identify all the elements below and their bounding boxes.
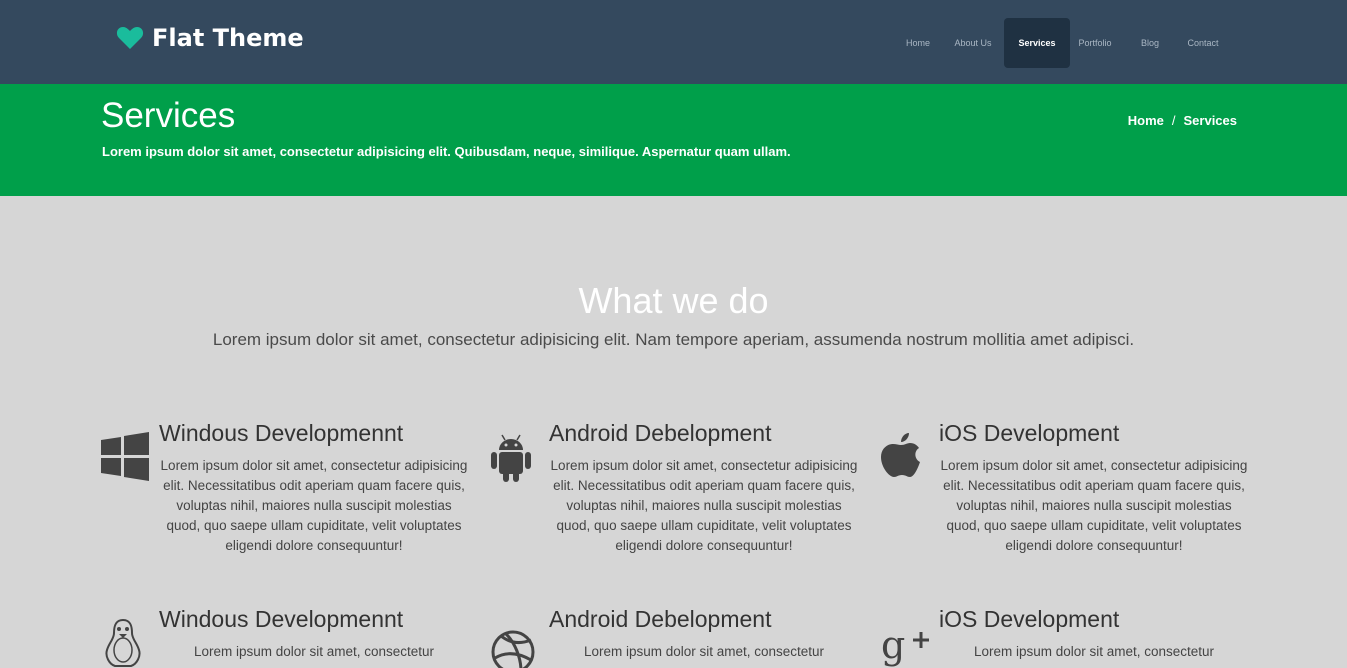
- nav-item-about-us[interactable]: About Us: [945, 18, 1001, 68]
- nav-item-portfolio[interactable]: Portfolio: [1075, 18, 1115, 68]
- page-subtitle: Lorem ipsum dolor sit amet, consectetur …: [102, 144, 791, 159]
- breadcrumb-separator: /: [1171, 113, 1176, 128]
- linux-icon: [105, 618, 141, 667]
- service-description: Lorem ipsum dolor sit amet, consectetur: [193, 644, 435, 659]
- page-banner: Services Lorem ipsum dolor sit amet, con…: [0, 84, 1347, 196]
- svg-text:g: g: [881, 623, 905, 667]
- breadcrumb-current: Services: [1183, 113, 1238, 128]
- breadcrumb: Home / Services: [1128, 113, 1237, 128]
- service-title: Android Debelopment: [549, 606, 772, 632]
- brand-logo[interactable]: Flat Theme: [116, 22, 304, 54]
- top-navbar: Flat Theme Home About Us Services Portfo…: [0, 0, 1347, 84]
- nav-item-home[interactable]: Home: [899, 18, 937, 68]
- nav-item-blog[interactable]: Blog: [1135, 18, 1165, 68]
- section-subtitle: Lorem ipsum dolor sit amet, consectetur …: [212, 330, 1135, 349]
- windows-icon: [101, 432, 149, 481]
- nav-item-contact[interactable]: Contact: [1183, 18, 1223, 68]
- brand-name: Flat Theme: [152, 24, 304, 52]
- service-title: iOS Development: [939, 420, 1120, 446]
- android-icon: [491, 434, 531, 482]
- dribbble-icon: [491, 630, 535, 668]
- page-title: Services: [101, 96, 236, 135]
- apple-icon: [881, 433, 920, 477]
- section-title: What we do: [578, 280, 769, 321]
- service-description: Lorem ipsum dolor sit amet, consectetur: [583, 644, 825, 659]
- service-title: Android Debelopment: [549, 420, 772, 446]
- service-title: iOS Development: [939, 606, 1120, 632]
- service-title: Windous Developmennt: [159, 606, 404, 632]
- nav-item-services[interactable]: Services: [1004, 18, 1070, 68]
- google-plus-icon: g: [881, 623, 929, 667]
- service-title: Windous Developmennt: [159, 420, 404, 446]
- service-description: Lorem ipsum dolor sit amet, consectetur …: [940, 458, 1248, 553]
- breadcrumb-home[interactable]: Home: [1128, 113, 1164, 128]
- service-description: Lorem ipsum dolor sit amet, consectetur …: [550, 458, 858, 553]
- service-description: Lorem ipsum dolor sit amet, consectetur: [973, 644, 1215, 659]
- heart-icon: [116, 27, 144, 49]
- service-description: Lorem ipsum dolor sit amet, consectetur …: [160, 458, 468, 553]
